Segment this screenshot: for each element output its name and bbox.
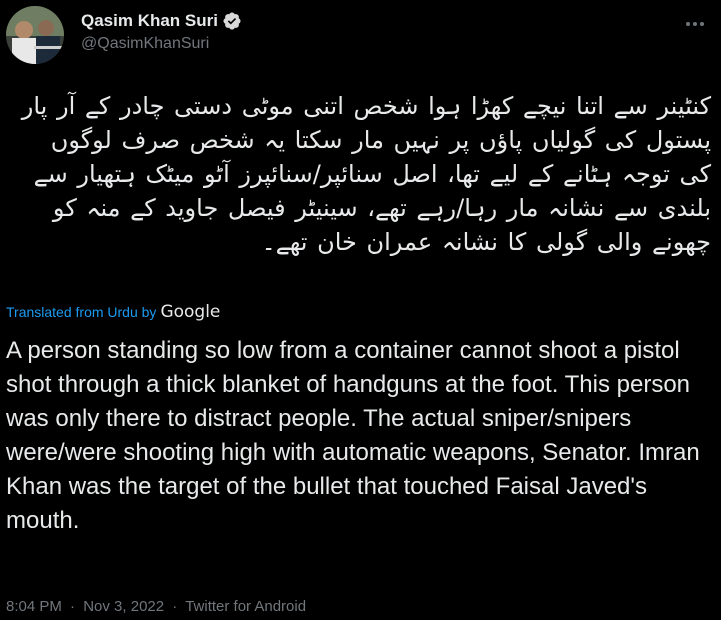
author-info: Qasim Khan Suri @QasimKhanSuri [81,10,242,53]
tweet-date[interactable]: Nov 3, 2022 [83,598,164,615]
avatar-photo-icon [6,6,64,64]
meta-separator: · [70,598,76,615]
tweet-original-text: کنٹینر سے اتنا نیچے کھڑا ہوا شخص اتنی مو… [21,92,711,256]
author-avatar[interactable] [6,6,64,64]
meta-separator: · [172,598,178,615]
more-options-icon[interactable] [683,12,707,36]
verified-badge-icon [223,12,241,30]
tweet-card: Qasim Khan Suri @QasimKhanSuri کنٹینر سے… [0,0,721,620]
tweet-translation-text: A person standing so low from a containe… [6,337,700,534]
translation-attribution: Translated from Urdu by Google [6,302,220,322]
google-logo: Google [160,302,221,322]
author-handle[interactable]: @QasimKhanSuri [81,35,242,53]
tweet-metadata: 8:04 PM · Nov 3, 2022 · Twitter for Andr… [6,598,306,615]
translated-from-link[interactable]: Translated from Urdu by [6,304,156,320]
tweet-source[interactable]: Twitter for Android [185,598,306,615]
author-display-name[interactable]: Qasim Khan Suri [81,11,218,31]
tweet-time[interactable]: 8:04 PM [6,598,62,615]
